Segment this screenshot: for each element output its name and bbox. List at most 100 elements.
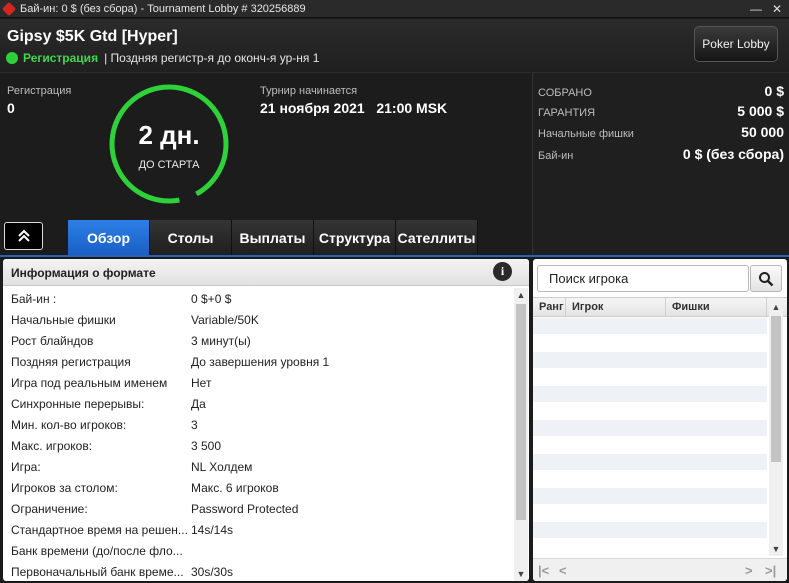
format-key: Стандартное время на решен...: [11, 522, 188, 537]
prize-value: 50 000: [741, 124, 784, 140]
countdown-label: ДО СТАРТА: [138, 159, 200, 171]
format-row: Бай-ин : 0 $+0 $: [3, 288, 513, 309]
format-row: Макс. игроков: 3 500: [3, 435, 513, 456]
scroll-down-icon[interactable]: ▼: [769, 542, 783, 556]
table-row: [533, 403, 767, 420]
status-dot-icon: [6, 52, 18, 64]
table-row: [533, 420, 767, 437]
format-key: Поздняя регистрация: [11, 354, 131, 369]
table-row: [533, 488, 767, 505]
format-row: Ограничение: Password Protected: [3, 498, 513, 519]
double-chevron-up-icon: [17, 229, 30, 242]
format-value: Макс. 6 игроков: [191, 480, 279, 495]
column-player[interactable]: Игрок: [566, 298, 666, 316]
prize-label: Бай-ин: [538, 150, 574, 162]
format-value: Да: [191, 396, 206, 411]
table-row: [533, 386, 767, 403]
prize-panel: СОБРАНО 0 $ ГАРАНТИЯ 5 000 $ Начальные ф…: [532, 72, 789, 255]
prize-row-buyin: Бай-ин 0 $ (без сбора): [538, 146, 784, 162]
table-row: [533, 369, 767, 386]
format-value: До завершения уровня 1: [191, 354, 330, 369]
prize-value: 5 000 $: [737, 103, 784, 119]
format-key: Первоначальный банк време...: [11, 564, 184, 579]
player-rows: [533, 318, 767, 539]
table-row: [533, 454, 767, 471]
format-row: Стандартное время на решен... 14s/14s: [3, 519, 513, 540]
tab-payouts[interactable]: Выплаты: [232, 220, 314, 256]
format-key: Макс. игроков:: [11, 438, 93, 453]
table-row: [533, 318, 767, 335]
status-row: Регистрация | Поздняя регистр-я до оконч…: [6, 51, 319, 65]
poker-lobby-button[interactable]: Poker Lobby: [694, 26, 778, 62]
column-rank[interactable]: Ранг: [533, 298, 566, 316]
tab-satellites[interactable]: Сателлиты: [396, 220, 478, 256]
format-rows: Бай-ин : 0 $+0 $ Начальные фишки Variable/…: [3, 288, 513, 581]
tab-tables[interactable]: Столы: [150, 220, 232, 256]
prize-row-starting-chips: Начальные фишки 50 000: [538, 124, 784, 140]
scroll-down-icon[interactable]: ▼: [514, 567, 528, 581]
format-row: Начальные фишки Variable/50K: [3, 309, 513, 330]
player-search-input[interactable]: Поиск игрока: [537, 265, 749, 292]
format-value: NL Холдем: [191, 459, 253, 474]
table-row: [533, 505, 767, 522]
prev-page-icon[interactable]: <: [559, 563, 567, 578]
window-titlebar: Бай-ин: 0 $ (без сбора) - Tournament Lob…: [0, 0, 789, 18]
first-page-icon[interactable]: |<: [538, 563, 549, 578]
start-label: Турнир начинается: [260, 85, 358, 97]
format-scrollbar-thumb[interactable]: [516, 304, 526, 520]
format-key: Бай-ин :: [11, 291, 57, 306]
format-value: Нет: [191, 375, 212, 390]
format-key: Рост блайндов: [11, 333, 94, 348]
scroll-up-icon[interactable]: ▲: [769, 300, 783, 314]
player-table-header: Ранг Игрок Фишки: [533, 297, 787, 317]
format-value: Variable/50K: [191, 312, 259, 327]
prize-value: 0 $ (без сбора): [682, 146, 784, 162]
tournament-info: Регистрация 0 2 дн. ДО СТАРТА Турнир нач…: [0, 72, 531, 256]
close-button[interactable]: ✕: [766, 0, 788, 18]
tab-structure[interactable]: Структура: [314, 220, 396, 256]
format-value: 14s/14s: [191, 522, 234, 537]
registration-count: 0: [7, 100, 15, 116]
registration-label: Регистрация: [7, 85, 72, 97]
next-page-icon[interactable]: >: [745, 563, 753, 578]
format-value: Password Protected: [191, 501, 299, 516]
player-scrollbar-thumb[interactable]: [771, 316, 781, 462]
player-panel: Поиск игрока Ранг Игрок Фишки ▲ ▼ |< < >…: [533, 259, 787, 581]
table-row: [533, 352, 767, 369]
prize-label: СОБРАНО: [538, 87, 592, 99]
tournament-name: Gipsy $5K Gtd [Hyper]: [7, 28, 178, 45]
info-icon[interactable]: i: [493, 262, 512, 281]
format-value: 3: [191, 417, 198, 432]
tournament-header: Gipsy $5K Gtd [Hyper] Регистрация | Позд…: [0, 19, 789, 72]
prize-row-collected: СОБРАНО 0 $: [538, 83, 784, 99]
search-icon: [759, 271, 774, 286]
minimize-button[interactable]: —: [745, 0, 767, 18]
scroll-up-icon[interactable]: ▲: [514, 288, 528, 302]
search-button[interactable]: [750, 265, 782, 292]
format-panel-title: Информация о формате: [11, 266, 156, 280]
format-row: Банк времени (до/после фло...: [3, 540, 513, 561]
collapse-button[interactable]: [4, 222, 43, 250]
table-row: [533, 471, 767, 488]
player-scrollbar[interactable]: ▲ ▼: [769, 300, 783, 556]
format-key: Банк времени (до/после фло...: [11, 543, 183, 558]
format-value: 3 500: [191, 438, 222, 453]
format-key: Игра под реальным именем: [11, 375, 168, 390]
tab-overview[interactable]: Обзор: [68, 220, 150, 256]
format-key: Ограничение:: [11, 501, 88, 516]
format-value: 30s/30s: [191, 564, 234, 579]
window-title: Бай-ин: 0 $ (без сбора) - Tournament Lob…: [20, 2, 306, 15]
format-row: Рост блайндов 3 минут(ы): [3, 330, 513, 351]
format-key: Игроков за столом:: [11, 480, 118, 495]
format-value: 0 $+0 $: [191, 291, 232, 306]
format-key: Синхронные перерывы:: [11, 396, 145, 411]
section-divider: [0, 255, 789, 257]
countdown-value: 2 дн.: [138, 120, 200, 150]
last-page-icon[interactable]: >|: [765, 563, 776, 578]
format-key: Игра:: [11, 459, 41, 474]
column-chips[interactable]: Фишки: [666, 298, 767, 316]
format-scrollbar[interactable]: ▲ ▼: [514, 288, 528, 581]
format-info-panel: Информация о формате i Бай-ин : 0 $+0 $ Н…: [3, 259, 529, 581]
table-row: [533, 437, 767, 454]
app-logo-icon: [1, 1, 17, 16]
